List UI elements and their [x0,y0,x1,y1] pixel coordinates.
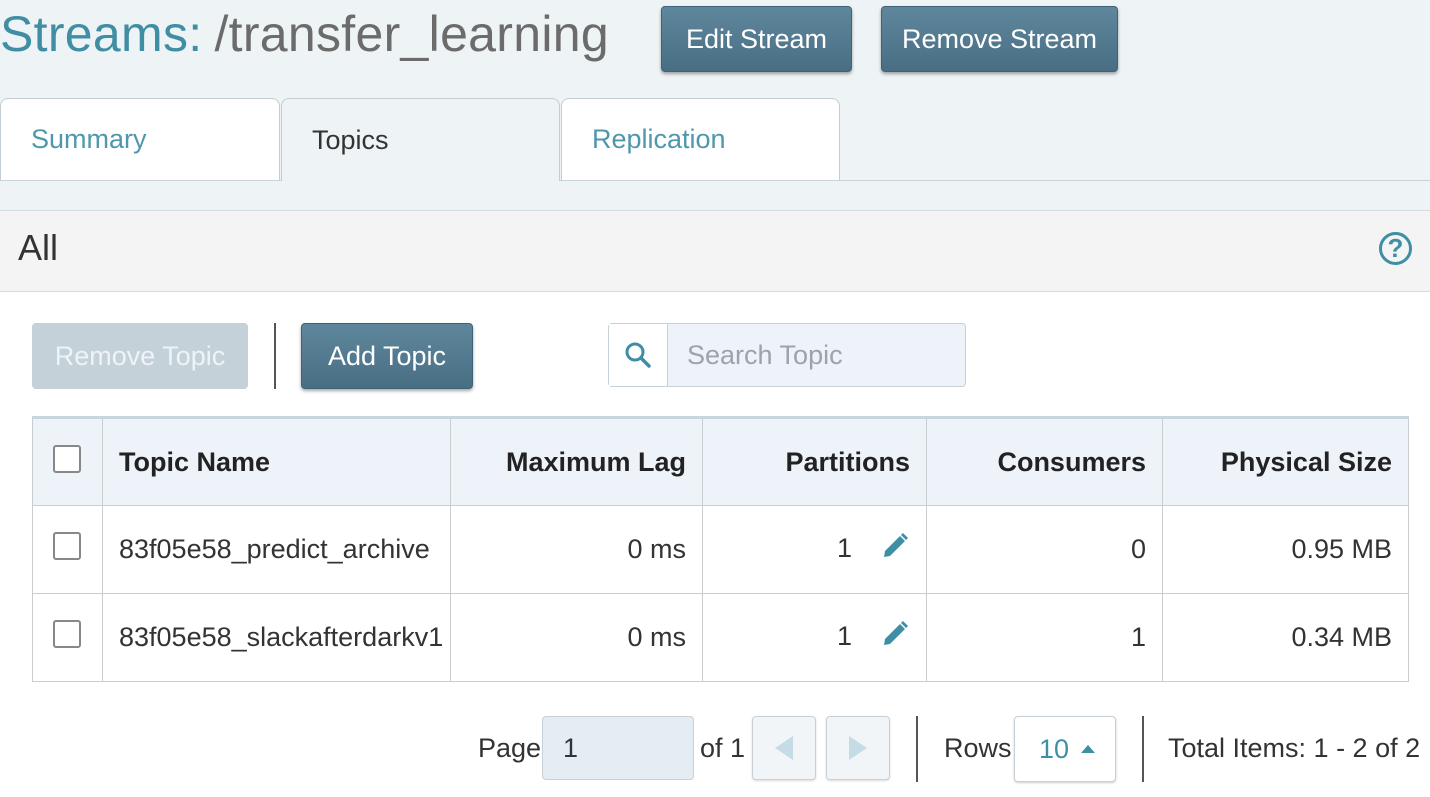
pager-divider [1142,716,1144,782]
page-count-label: of 1 [700,733,746,763]
consumers-cell: 0 [926,505,1163,594]
page-title-prefix: Streams: [0,6,203,62]
pencil-icon[interactable] [880,619,910,656]
table-header-row: Topic Name Maximum Lag Partitions Consum… [32,416,1409,506]
column-partitions[interactable]: Partitions [702,416,927,506]
pencil-icon[interactable] [880,531,910,568]
page-number-input[interactable]: 1 [542,716,694,780]
rows-per-page-select[interactable]: 10 [1014,716,1116,782]
partitions-value: 1 [836,532,852,563]
previous-page-button[interactable] [752,716,816,780]
topics-table: Topic Name Maximum Lag Partitions Consum… [32,416,1409,682]
column-physical-size[interactable]: Physical Size [1162,416,1409,506]
column-topic-name[interactable]: Topic Name [102,416,451,506]
tab-topics[interactable]: Topics [281,98,560,181]
physical-size-cell: 0.95 MB [1162,505,1409,594]
table-row: 83f05e58_slackafterdarkv1 0 ms 1 1 0.34 … [32,593,1409,682]
total-items-label: Total Items: 1 - 2 of 2 [1168,733,1421,763]
select-all-checkbox[interactable] [53,444,81,473]
panel-header: All ? [0,211,1430,292]
table-row: 83f05e58_predict_archive 0 ms 1 0 0.95 M… [32,505,1409,594]
row-select-cell [32,593,103,682]
help-icon[interactable]: ? [1379,232,1412,265]
page-label: Page [478,733,542,763]
partitions-cell: 1 [702,593,927,682]
partitions-value: 1 [836,620,852,651]
search-icon[interactable] [609,324,668,386]
max-lag-cell: 0 ms [450,505,703,594]
column-maximum-lag[interactable]: Maximum Lag [450,416,703,506]
arrow-left-icon [775,736,793,760]
search-box [608,323,966,387]
tab-replication[interactable]: Replication [561,98,840,180]
panel-title: All [18,227,59,268]
caret-up-icon [1081,745,1096,753]
tab-summary[interactable]: Summary [0,98,280,180]
add-topic-button[interactable]: Add Topic [301,323,473,389]
physical-size-cell: 0.34 MB [1162,593,1409,682]
remove-stream-button[interactable]: Remove Stream [881,6,1118,72]
partitions-cell: 1 [702,505,927,594]
tab-bar: Summary Topics Replication [0,98,1430,181]
rows-per-page-value: 10 [1039,733,1070,764]
remove-topic-button[interactable]: Remove Topic [32,323,248,389]
next-page-button[interactable] [826,716,890,780]
consumers-cell: 1 [926,593,1163,682]
pager-divider [916,716,918,782]
row-checkbox[interactable] [53,532,81,560]
page-title-path: /transfer_learning [214,6,609,62]
max-lag-cell: 0 ms [450,593,703,682]
select-all-cell [32,416,103,506]
search-input[interactable] [669,324,959,386]
edit-stream-button[interactable]: Edit Stream [661,6,852,72]
topics-panel: All ? Remove Topic Add Topic Topic Name [0,210,1430,797]
toolbar-divider [274,323,276,389]
topic-name-cell[interactable]: 83f05e58_slackafterdarkv1 [102,593,451,682]
arrow-right-icon [849,736,867,760]
topic-name-cell[interactable]: 83f05e58_predict_archive [102,505,451,594]
column-consumers[interactable]: Consumers [926,416,1163,506]
header: Streams:/transfer_learning Edit Stream R… [0,0,1430,96]
row-checkbox[interactable] [53,620,81,648]
row-select-cell [32,505,103,594]
rows-label: Rows [944,733,1012,763]
page-title: Streams:/transfer_learning [0,4,609,64]
